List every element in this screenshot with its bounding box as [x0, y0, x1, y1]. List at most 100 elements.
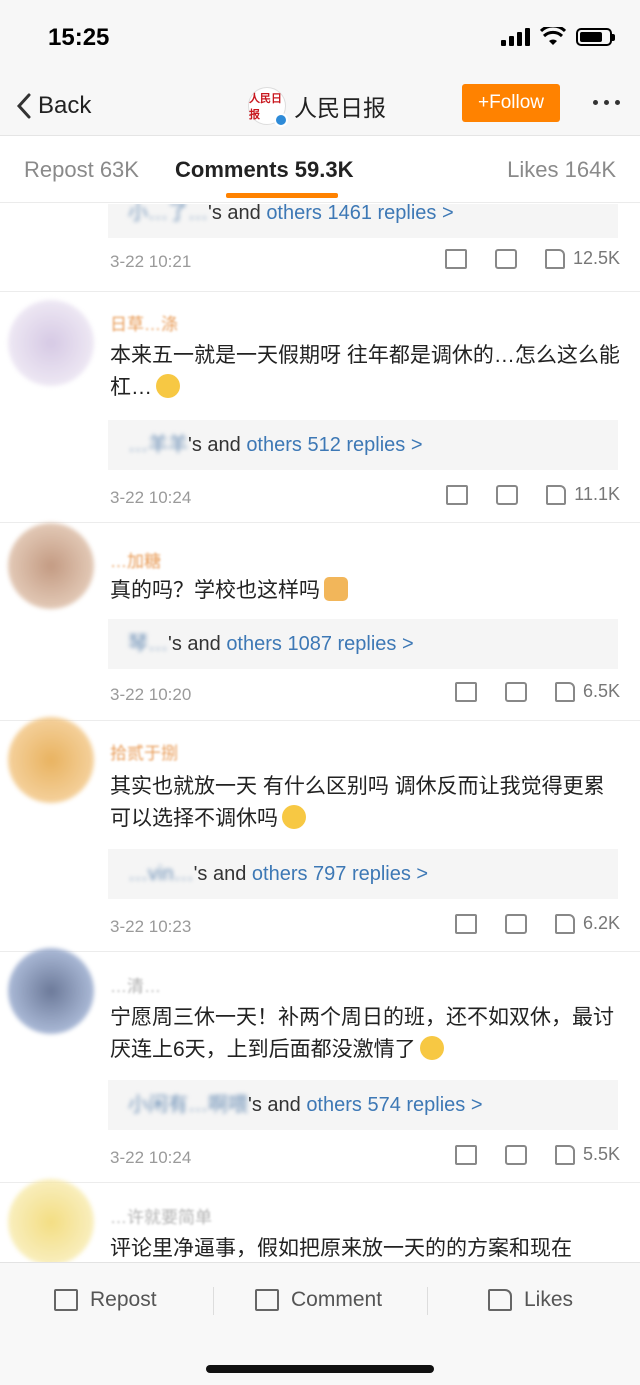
commenter-avatar[interactable] — [8, 300, 94, 386]
comment-actions: 5.5K — [454, 1144, 620, 1165]
wifi-icon — [540, 27, 566, 45]
reply-preview[interactable]: 琴…'s and others 1087 replies > — [108, 619, 618, 669]
commenter-avatar[interactable] — [8, 523, 94, 609]
comment-text-body: 本来五一就是一天假期呀 往年都是调休的…怎么这么能杠… — [110, 344, 620, 399]
active-tab-indicator — [226, 193, 338, 198]
commenter-avatar[interactable] — [8, 717, 94, 803]
like-count: 12.5K — [572, 248, 620, 268]
comment-item: 小…了…'s and others 1461 replies > 3-22 10… — [0, 204, 640, 292]
replies-link[interactable]: others 574 replies > — [306, 1094, 482, 1116]
comment-icon[interactable] — [504, 1144, 527, 1165]
comment-actions: 6.2K — [454, 913, 620, 934]
comment-item: …加糖 真的吗？学校也这样吗 琴…'s and others 1087 repl… — [0, 523, 640, 721]
thumbs-up-icon — [554, 1144, 575, 1165]
account-header[interactable]: 人民日报 人民日报 — [248, 84, 386, 128]
reply-suffix: 's and — [248, 1094, 307, 1116]
commenter-name[interactable]: …加糖 — [110, 547, 161, 572]
battery-icon — [576, 28, 615, 46]
comment-item: 拾贰于捌 其实也就放一天 有什么区别吗 调休反而让我觉得更累 可以选择不调休吗 … — [0, 717, 640, 952]
back-button[interactable]: Back — [16, 86, 91, 126]
commenter-avatar[interactable] — [8, 948, 94, 1034]
commenter-name[interactable]: 日草…涤 — [110, 310, 178, 335]
thumbs-up-icon — [554, 913, 575, 934]
replies-link[interactable]: others 1461 replies > — [266, 204, 453, 224]
comment-icon[interactable] — [494, 248, 517, 269]
reply-suffix: 's and — [188, 434, 247, 456]
comment-icon[interactable] — [496, 484, 519, 505]
like-button[interactable]: 5.5K — [554, 1144, 620, 1165]
comment-text: 其实也就放一天 有什么区别吗 调休反而让我觉得更累 可以选择不调休吗 — [110, 771, 630, 835]
tab-comments[interactable]: Comments 59.3K — [175, 157, 354, 183]
commenter-avatar[interactable] — [8, 1179, 94, 1262]
account-name: 人民日报 — [294, 95, 386, 121]
tab-repost[interactable]: Repost 63K — [24, 157, 139, 183]
share-icon[interactable] — [454, 1144, 477, 1165]
status-time: 15:25 — [48, 24, 110, 51]
home-indicator[interactable] — [206, 1365, 434, 1373]
follow-button[interactable]: +Follow — [462, 84, 560, 122]
replies-link[interactable]: others 512 replies > — [246, 434, 422, 456]
replies-link[interactable]: others 1087 replies > — [226, 633, 413, 655]
commenter-name[interactable]: 拾贰于捌 — [110, 739, 178, 764]
thumbs-up-emoji-icon — [324, 577, 348, 601]
comment-icon[interactable] — [504, 913, 527, 934]
share-icon[interactable] — [454, 681, 477, 702]
tab-likes[interactable]: Likes 164K — [507, 157, 616, 183]
repost-label: Repost — [90, 1288, 157, 1311]
comment-text-body: 其实也就放一天 有什么区别吗 调休反而让我觉得更累 可以选择不调休吗 — [110, 775, 605, 830]
share-icon[interactable] — [444, 248, 467, 269]
comment-button[interactable]: Comment — [255, 1285, 382, 1315]
replies-link[interactable]: others 797 replies > — [252, 863, 428, 885]
more-options-icon[interactable] — [593, 90, 620, 114]
reply-preview[interactable]: …羊羊's and others 512 replies > — [108, 420, 618, 470]
like-button[interactable]: 6.2K — [554, 913, 620, 934]
chevron-left-icon — [16, 93, 31, 119]
bottom-action-bar: Repost Comment Likes — [0, 1262, 640, 1385]
status-bar: 15:25 — [0, 0, 640, 76]
comment-text-body: 真的吗？学校也这样吗 — [110, 579, 320, 602]
like-count: 11.1K — [574, 484, 620, 504]
comment-time: 3-22 10:20 — [110, 685, 192, 704]
thinking-emoji-icon — [419, 1036, 444, 1060]
likes-label: Likes — [524, 1288, 574, 1311]
thumbs-up-icon — [544, 248, 565, 269]
comment-text: 评论里净逼事，假如把原来放一天的的方案和现在 — [110, 1237, 572, 1260]
reply-suffix: 's and — [208, 204, 267, 224]
reply-names: 小闲有…啊喂 — [128, 1094, 248, 1116]
comment-actions: 11.1K — [446, 484, 620, 505]
comment-actions: 6.5K — [454, 681, 620, 702]
like-button[interactable]: 6.5K — [554, 681, 620, 702]
like-button[interactable]: 11.1K — [546, 484, 620, 505]
reply-preview[interactable]: …vin…'s and others 797 replies > — [108, 849, 618, 899]
comment-actions: 12.5K — [444, 248, 620, 269]
repost-button[interactable]: Repost — [54, 1285, 157, 1315]
status-icons — [501, 27, 615, 47]
divider — [213, 1287, 214, 1315]
reply-preview[interactable]: 小…了…'s and others 1461 replies > — [108, 204, 618, 238]
likes-button[interactable]: Likes — [488, 1285, 573, 1315]
nav-bar: Back 人民日报 人民日报 +Follow — [0, 76, 640, 136]
account-avatar[interactable]: 人民日报 — [248, 87, 288, 127]
comment-text-body: 宁愿周三休一天！补两个周日的班，还不如双休，最讨厌连上6天，上到后面都没激情了 — [110, 1006, 614, 1061]
reply-names: 小…了… — [128, 204, 208, 224]
like-button[interactable]: 12.5K — [544, 248, 620, 269]
commenter-name[interactable]: …清… — [110, 972, 161, 997]
repost-icon — [54, 1289, 78, 1311]
comment-time: 3-22 10:24 — [110, 1148, 192, 1167]
commenter-name[interactable]: …许就要简单 — [110, 1203, 212, 1228]
comment-icon[interactable] — [504, 681, 527, 702]
comment-text: 真的吗？学校也这样吗 — [110, 575, 630, 607]
comment-text: 宁愿周三休一天！补两个周日的班，还不如双休，最讨厌连上6天，上到后面都没激情了 — [110, 1002, 630, 1066]
reply-names: …羊羊 — [128, 434, 188, 456]
thumbs-up-icon — [554, 681, 575, 702]
like-count: 6.2K — [582, 913, 620, 933]
comments-list[interactable]: 小…了…'s and others 1461 replies > 3-22 10… — [0, 204, 640, 1262]
share-icon[interactable] — [454, 913, 477, 934]
like-count: 6.5K — [582, 681, 620, 701]
cellular-signal-icon — [501, 28, 530, 46]
back-label: Back — [38, 92, 92, 119]
reply-preview[interactable]: 小闲有…啊喂's and others 574 replies > — [108, 1080, 618, 1130]
like-count: 5.5K — [582, 1144, 620, 1164]
thumbs-up-icon — [546, 484, 567, 505]
share-icon[interactable] — [446, 484, 469, 505]
